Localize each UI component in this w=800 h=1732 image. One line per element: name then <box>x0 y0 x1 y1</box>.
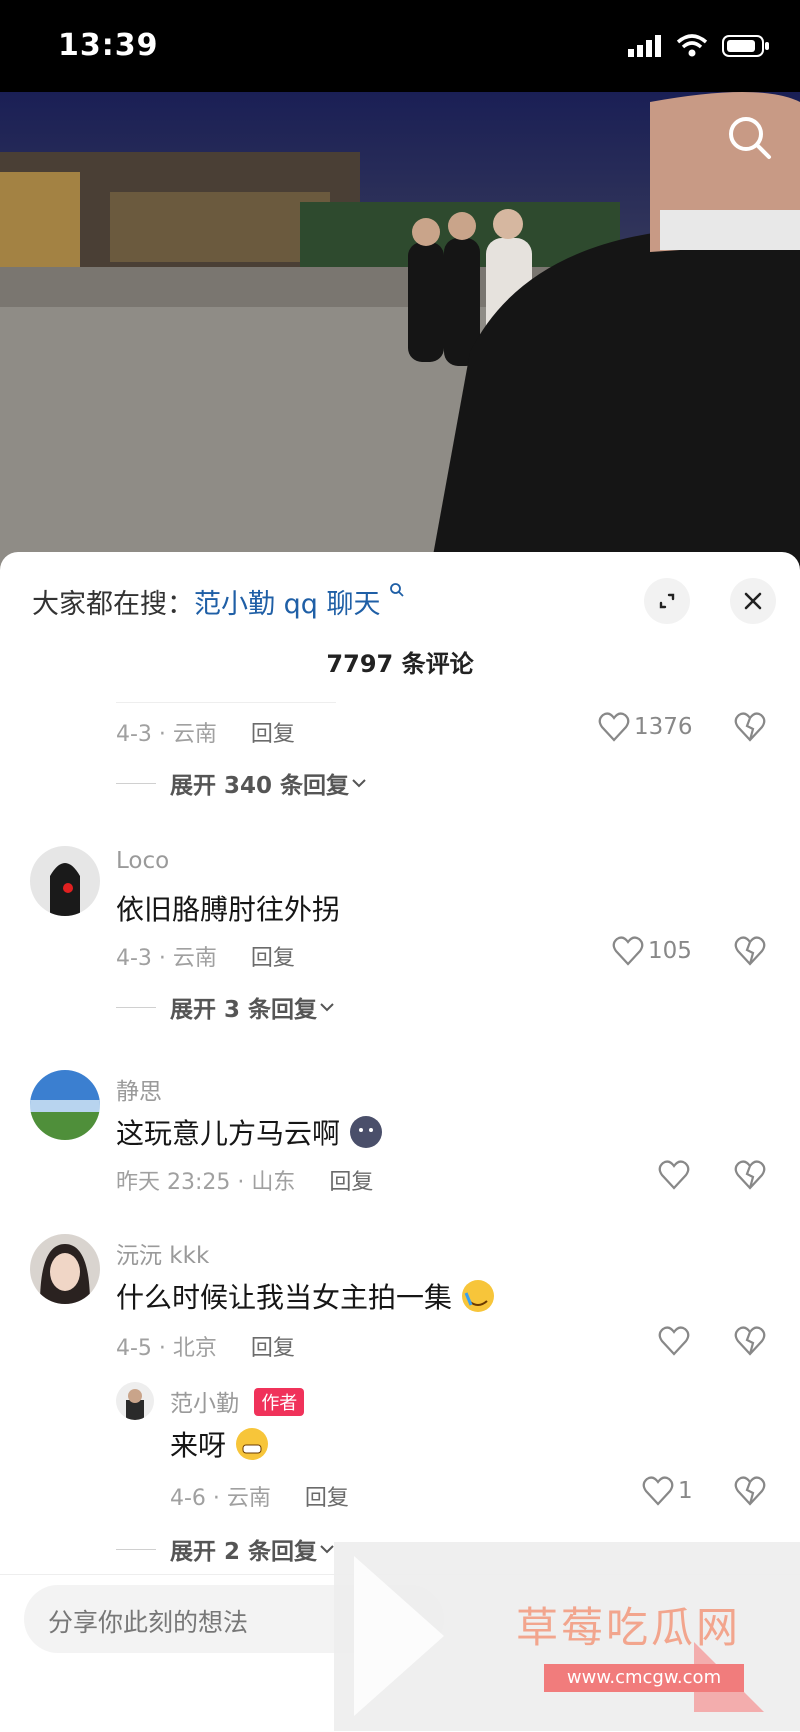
comment-date-location: 4-5 · 北京 <box>116 1336 217 1361</box>
comment-date-location: 4-3 · 云南 <box>116 946 217 971</box>
comment-text-content: 这玩意儿方马云啊 <box>116 1117 341 1150</box>
reply-button[interactable]: 回复 <box>251 946 295 971</box>
status-icons <box>628 34 770 58</box>
author-badge: 作者 <box>254 1388 305 1416</box>
expand-replies-button[interactable]: 展开 3 条回复 <box>116 990 337 1024</box>
watermark-url: www.cmcgw.com <box>544 1664 744 1692</box>
reply-text: 来呀 <box>170 1424 269 1464</box>
comment-date-location: 昨天 23:25 · 山东 <box>116 1170 296 1195</box>
emoji-icon <box>235 1428 268 1460</box>
avatar[interactable] <box>30 1234 100 1304</box>
expand-replies-button[interactable]: 展开 2 条回复 <box>116 1532 337 1566</box>
avatar[interactable] <box>30 846 100 916</box>
expand-icon <box>659 593 675 609</box>
expand-replies-label: 展开 340 条回复 <box>170 773 350 799</box>
reply-button[interactable]: 回复 <box>329 1170 373 1195</box>
dislike-icon <box>734 1326 766 1356</box>
heart-icon <box>598 712 630 742</box>
reply-text-content: 来呀 <box>170 1429 227 1462</box>
status-bar: 13:39 <box>0 0 800 92</box>
wifi-icon <box>676 34 708 57</box>
signal-icon <box>628 35 661 57</box>
search-suggestion-keyword[interactable]: 范小勤 qq 聊天 <box>194 589 380 620</box>
comment-meta: 4-3 · 云南 回复 <box>116 716 295 748</box>
comment-meta: 昨天 23:25 · 山东 回复 <box>116 1164 373 1196</box>
chevron-down-icon <box>352 779 366 788</box>
dislike-button[interactable] <box>734 936 766 970</box>
heart-icon <box>658 1160 690 1190</box>
heart-icon <box>658 1326 690 1356</box>
sheet-header: 大家都在搜：范小勤 qq 聊天 <box>0 552 800 640</box>
comment-username[interactable]: 沅沅 kkk <box>116 1236 209 1270</box>
search-suggestion[interactable]: 大家都在搜：范小勤 qq 聊天 <box>32 582 405 621</box>
divider <box>116 1006 156 1008</box>
comment-meta: 4-5 · 北京 回复 <box>116 1330 295 1362</box>
heart-icon <box>642 1476 674 1506</box>
search-suggestion-prefix: 大家都在搜： <box>32 589 194 620</box>
comment-count: 7797 条评论 <box>326 650 474 678</box>
dislike-icon <box>734 1160 766 1190</box>
expand-replies-button[interactable]: 展开 340 条回复 <box>116 766 369 800</box>
close-button[interactable] <box>730 578 776 624</box>
comment-username[interactable]: 静思 <box>116 1072 162 1106</box>
like-button[interactable]: 1 <box>642 1476 693 1506</box>
dislike-button[interactable] <box>734 1326 766 1360</box>
comment-text: 依旧胳膊肘往外拐 <box>116 893 341 926</box>
dislike-button[interactable] <box>734 712 766 746</box>
comment-username[interactable]: Loco <box>116 848 169 874</box>
like-button[interactable] <box>658 1326 690 1356</box>
divider <box>116 1548 156 1550</box>
reply-username-text[interactable]: 范小勤 <box>170 1391 239 1417</box>
comment-input-placeholder: 分享你此刻的想法 <box>48 1608 249 1637</box>
reply-button[interactable]: 回复 <box>251 722 295 747</box>
comment-text: 什么时候让我当女主拍一集 <box>116 1276 495 1316</box>
like-count: 105 <box>648 938 692 964</box>
watermark-title: 草莓吃瓜网 <box>516 1603 742 1652</box>
expand-sheet-button[interactable] <box>644 578 690 624</box>
avatar[interactable] <box>116 1382 154 1420</box>
comment-meta: 4-3 · 云南 回复 <box>116 940 295 972</box>
expand-replies-label: 展开 3 条回复 <box>170 997 318 1023</box>
battery-icon <box>722 35 769 57</box>
close-icon <box>744 592 762 610</box>
dislike-icon <box>734 712 766 742</box>
dislike-button[interactable] <box>734 1476 766 1510</box>
expand-replies-label: 展开 2 条回复 <box>170 1539 318 1565</box>
like-button[interactable] <box>658 1160 690 1190</box>
like-count: 1 <box>678 1478 693 1504</box>
emoji-icon <box>461 1280 494 1312</box>
comment-text-content: 什么时候让我当女主拍一集 <box>116 1281 453 1314</box>
reply-username: 范小勤 作者 <box>170 1384 305 1418</box>
emoji-icon <box>349 1116 382 1148</box>
watermark: 草莓吃瓜网 www.cmcgw.com <box>334 1542 800 1731</box>
reply-meta: 4-6 · 云南 回复 <box>170 1480 349 1512</box>
reply-button[interactable]: 回复 <box>251 1336 295 1361</box>
dislike-icon <box>734 936 766 966</box>
comment-date-location: 4-3 · 云南 <box>116 722 217 747</box>
search-icon <box>729 117 771 159</box>
chevron-down-icon <box>320 1003 334 1012</box>
like-button[interactable]: 105 <box>612 936 692 966</box>
comment-text: 这玩意儿方马云啊 <box>116 1112 383 1152</box>
dislike-icon <box>734 1476 766 1506</box>
dislike-button[interactable] <box>734 1160 766 1194</box>
divider <box>116 782 156 784</box>
avatar[interactable] <box>30 1070 100 1140</box>
status-time: 13:39 <box>58 28 159 63</box>
video-player[interactable] <box>0 92 800 572</box>
reply-date-location: 4-6 · 云南 <box>170 1486 271 1511</box>
heart-icon <box>612 936 644 966</box>
reply-button[interactable]: 回复 <box>305 1486 349 1511</box>
divider <box>116 702 336 703</box>
search-small-icon <box>390 583 404 597</box>
search-button[interactable] <box>722 110 778 166</box>
like-count: 1376 <box>634 714 693 740</box>
like-button[interactable]: 1376 <box>598 712 693 742</box>
